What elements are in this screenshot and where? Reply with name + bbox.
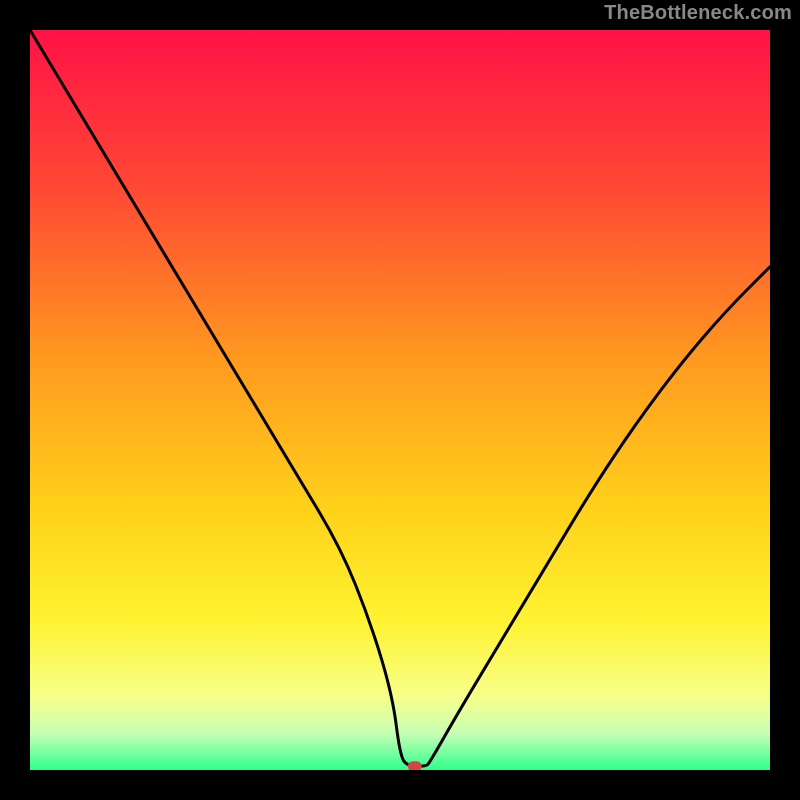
watermark-text: TheBottleneck.com xyxy=(604,2,792,25)
plot-area xyxy=(30,30,770,770)
minimum-marker xyxy=(408,761,422,770)
plot-svg xyxy=(30,30,770,770)
chart-frame: TheBottleneck.com xyxy=(0,0,800,800)
gradient-background xyxy=(30,30,770,770)
